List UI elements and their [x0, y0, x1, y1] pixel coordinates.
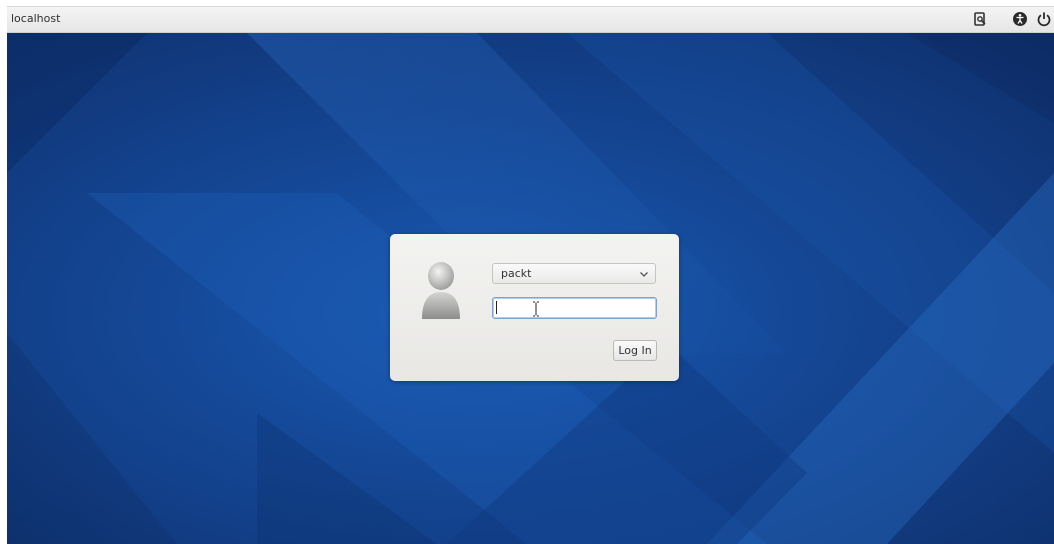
power-icon[interactable] — [1036, 11, 1052, 27]
accessibility-icon[interactable] — [1012, 11, 1028, 27]
password-field[interactable] — [492, 297, 657, 319]
user-select-dropdown[interactable]: packt — [492, 263, 656, 284]
login-dialog: packt Log In — [390, 234, 679, 381]
screen-border — [0, 0, 7, 544]
ibeam-cursor-icon — [532, 301, 540, 317]
hostname-label: localhost — [11, 12, 61, 25]
login-button[interactable]: Log In — [613, 340, 657, 361]
desktop-background: packt Log In — [7, 33, 1054, 544]
user-avatar-icon — [420, 261, 462, 321]
chevron-down-icon — [639, 269, 649, 279]
accessibility-doc-icon[interactable] — [972, 11, 988, 27]
top-panel: localhost — [7, 6, 1054, 33]
selected-user-label: packt — [501, 267, 532, 280]
text-caret — [496, 301, 497, 314]
system-tray — [964, 11, 1054, 29]
login-screen: localhost packt Log In — [0, 0, 1054, 544]
